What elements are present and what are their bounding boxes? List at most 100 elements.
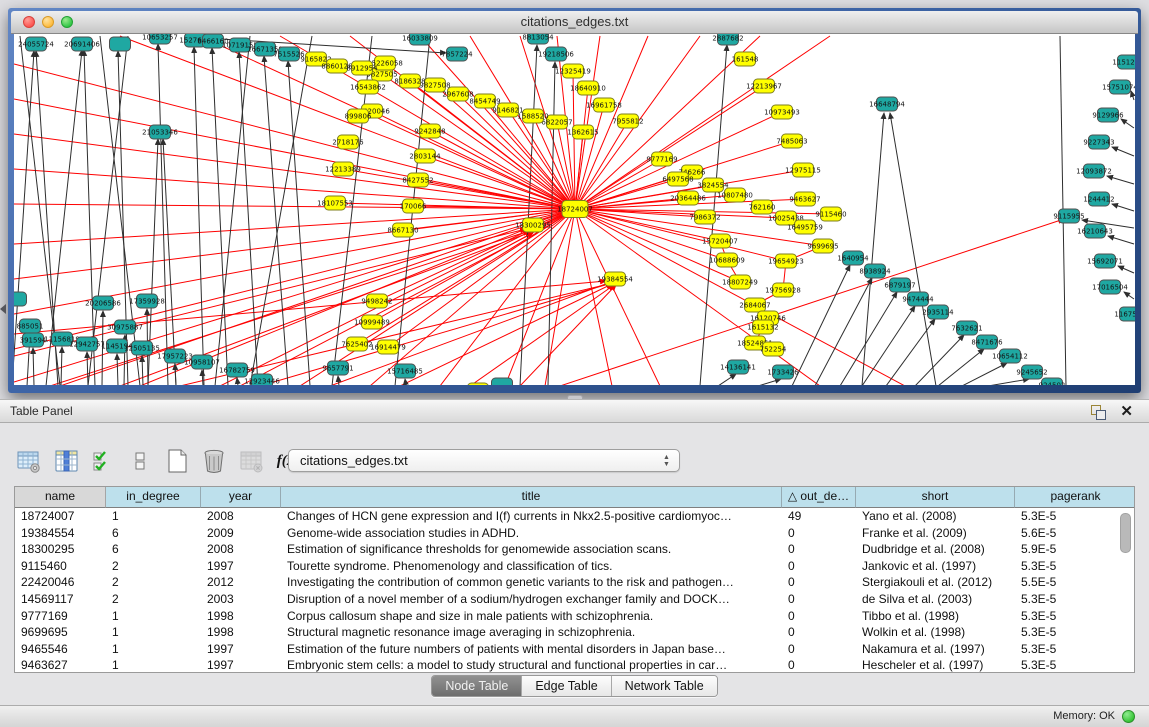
graph-edge[interactable] bbox=[14, 209, 575, 349]
graph-node[interactable] bbox=[110, 37, 131, 51]
table-row[interactable]: 911546021997Tourette syndrome. Phenomeno… bbox=[15, 558, 1134, 575]
graph-edge[interactable] bbox=[33, 348, 34, 385]
vertical-scrollbar-thumb[interactable] bbox=[1120, 513, 1131, 553]
table-cell: 2008 bbox=[201, 541, 281, 558]
table-cell: 1 bbox=[106, 608, 201, 625]
table-cell: Disruption of a novel member of a sodium… bbox=[281, 591, 782, 608]
graph-edge[interactable] bbox=[988, 379, 1029, 385]
column-header-in_degree[interactable]: in_degree bbox=[106, 487, 201, 508]
new-table-icon[interactable] bbox=[164, 448, 190, 474]
table-row[interactable]: 969969511998Structural magnetic resonanc… bbox=[15, 624, 1134, 641]
tab-edge-table[interactable]: Edge Table bbox=[522, 676, 611, 696]
graph-edge[interactable] bbox=[886, 319, 935, 385]
close-window-button[interactable] bbox=[23, 16, 35, 28]
graph-edge[interactable] bbox=[1112, 204, 1134, 211]
graph-node[interactable] bbox=[14, 292, 27, 306]
graph-edge[interactable] bbox=[1118, 266, 1134, 273]
table-row[interactable]: 1872400712008Changes of HCN gene express… bbox=[15, 508, 1134, 525]
graph-edge[interactable] bbox=[215, 36, 250, 385]
merge-rows-icon[interactable] bbox=[127, 448, 153, 474]
graph-node-label: 12325419 bbox=[555, 67, 591, 75]
table-row[interactable]: 1456911722003Disruption of a novel membe… bbox=[15, 591, 1134, 608]
table-row[interactable]: 946362711997Embryonic stem cells: a mode… bbox=[15, 657, 1134, 673]
graph-edge[interactable] bbox=[237, 378, 238, 385]
graph-edge[interactable] bbox=[962, 363, 1007, 385]
table-cell: 5.3E-5 bbox=[1015, 641, 1135, 658]
graph-edge[interactable] bbox=[1131, 91, 1134, 100]
table-row[interactable]: 946554611997Estimation of the future num… bbox=[15, 641, 1134, 658]
close-panel-icon[interactable]: ✕ bbox=[1120, 402, 1133, 422]
column-header-out_de[interactable]: △ out_de… bbox=[782, 487, 856, 508]
float-panel-icon[interactable] bbox=[1091, 405, 1105, 419]
graph-node-label: 2718176 bbox=[332, 138, 364, 146]
graph-edge[interactable] bbox=[14, 209, 575, 244]
graph-edge[interactable] bbox=[175, 364, 176, 385]
graph-edge[interactable] bbox=[250, 36, 312, 385]
select-columns-icon[interactable] bbox=[53, 448, 79, 474]
graph-edge[interactable] bbox=[1124, 292, 1134, 299]
graph-edge[interactable] bbox=[792, 265, 850, 385]
graph-edge[interactable] bbox=[87, 352, 88, 385]
graph-node-label: 1640954 bbox=[837, 254, 869, 262]
graph-edge[interactable] bbox=[718, 374, 736, 385]
column-header-title[interactable]: title bbox=[281, 487, 782, 508]
zoom-window-button[interactable] bbox=[61, 16, 73, 28]
graph-edge[interactable] bbox=[758, 379, 781, 385]
graph-edge[interactable] bbox=[1108, 236, 1134, 244]
network-svg[interactable]: 2405572420691406106532571527602846616010… bbox=[14, 34, 1135, 385]
tab-node-table[interactable]: Node Table bbox=[432, 676, 522, 696]
network-view-window[interactable]: citations_edges.txt 24055724206914061065… bbox=[8, 8, 1141, 393]
network-canvas[interactable]: 2405572420691406106532571527602846616010… bbox=[14, 34, 1135, 385]
graph-node[interactable] bbox=[468, 383, 489, 385]
column-header-pagerank[interactable]: pagerank bbox=[1015, 487, 1135, 508]
graph-edge[interactable] bbox=[862, 306, 915, 385]
graph-edge[interactable] bbox=[84, 50, 95, 385]
graph-edge[interactable] bbox=[575, 209, 612, 385]
row-checks-icon[interactable] bbox=[90, 448, 116, 474]
table-row[interactable]: 1938455462009Genome-wide association stu… bbox=[15, 525, 1134, 542]
graph-edge[interactable] bbox=[405, 379, 406, 385]
graph-node[interactable] bbox=[492, 378, 513, 385]
graph-edge[interactable] bbox=[300, 209, 575, 385]
graph-edge[interactable] bbox=[118, 51, 128, 385]
graph-edge[interactable] bbox=[338, 376, 339, 385]
graph-edge[interactable] bbox=[264, 56, 288, 385]
column-header-year[interactable]: year bbox=[201, 487, 281, 508]
graph-edge[interactable] bbox=[575, 209, 660, 385]
graph-edge[interactable] bbox=[14, 169, 575, 209]
table-select-dropdown[interactable]: citations_edges.txt ▲▼ bbox=[288, 449, 680, 472]
column-header-short[interactable]: short bbox=[856, 487, 1015, 508]
table-cell: 0 bbox=[782, 574, 856, 591]
delete-table-icon[interactable] bbox=[201, 448, 227, 474]
graph-edge[interactable] bbox=[915, 335, 964, 385]
column-header-name[interactable]: name bbox=[15, 487, 106, 508]
graph-edge[interactable] bbox=[202, 370, 203, 385]
table-row[interactable]: 1830029562008Estimation of significance … bbox=[15, 541, 1134, 558]
graph-edge[interactable] bbox=[1112, 147, 1134, 156]
graph-edge[interactable] bbox=[239, 52, 258, 385]
table-settings-icon[interactable] bbox=[16, 448, 42, 474]
graph-edge[interactable] bbox=[890, 113, 936, 385]
table-row[interactable]: 977716911998Corpus callosum shape and si… bbox=[15, 608, 1134, 625]
graph-edge[interactable] bbox=[61, 347, 62, 385]
graph-node-label: 10958107 bbox=[184, 358, 220, 366]
graph-node-label: 8186328 bbox=[394, 77, 425, 85]
graph-edge[interactable] bbox=[194, 47, 204, 385]
graph-edge[interactable] bbox=[1121, 119, 1134, 128]
graph-edge[interactable] bbox=[575, 36, 600, 209]
graph-edge[interactable] bbox=[14, 134, 575, 209]
tab-network-table[interactable]: Network Table bbox=[612, 676, 717, 696]
collapse-panel-arrow-icon[interactable] bbox=[0, 304, 6, 314]
graph-edge[interactable] bbox=[575, 209, 905, 385]
graph-edge[interactable] bbox=[50, 231, 529, 385]
table-cell: 18724007 bbox=[15, 508, 106, 525]
network-window-titlebar[interactable]: citations_edges.txt bbox=[11, 11, 1138, 34]
graph-edge[interactable] bbox=[142, 356, 143, 385]
table-cell: 5.3E-5 bbox=[1015, 624, 1135, 641]
table-cell: 19384554 bbox=[15, 525, 106, 542]
graph-edge[interactable] bbox=[418, 180, 575, 209]
minimize-window-button[interactable] bbox=[42, 16, 54, 28]
table-row[interactable]: 2242004622012Investigating the contribut… bbox=[15, 574, 1134, 591]
graph-edge[interactable] bbox=[1107, 176, 1134, 184]
graph-edge[interactable] bbox=[117, 354, 118, 385]
